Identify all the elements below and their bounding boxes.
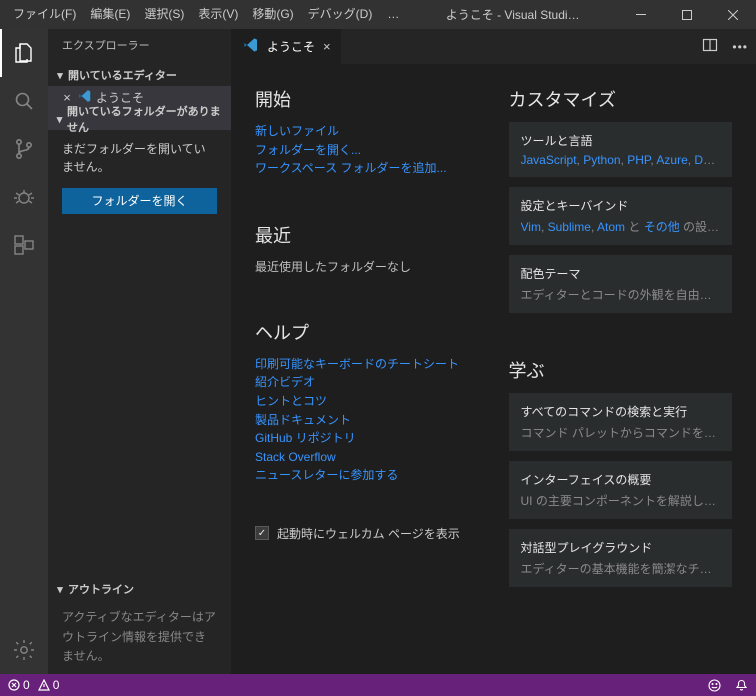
start-heading: 開始 bbox=[255, 86, 479, 112]
open-folder-button[interactable]: フォルダーを開く bbox=[62, 188, 217, 214]
open-folder-link[interactable]: フォルダーを開く... bbox=[255, 141, 479, 160]
tab-label: ようこそ bbox=[267, 38, 315, 55]
activity-extensions[interactable] bbox=[0, 221, 48, 269]
chevron-down-icon: ▾ bbox=[52, 583, 68, 596]
new-file-link[interactable]: 新しいファイル bbox=[255, 122, 479, 141]
window-close-button[interactable] bbox=[710, 0, 756, 29]
help-section: ヘルプ 印刷可能なキーボードのチートシート 紹介ビデオ ヒントとコツ 製品ドキュ… bbox=[255, 319, 479, 485]
window-minimize-button[interactable] bbox=[618, 0, 664, 29]
split-editor-icon[interactable] bbox=[702, 37, 718, 56]
search-icon bbox=[12, 89, 36, 113]
maximize-icon bbox=[682, 10, 692, 20]
welcome-page: 開始 新しいファイル フォルダーを開く... ワークスペース フォルダーを追加.… bbox=[231, 64, 756, 674]
card-interactive-playground[interactable]: 対話型プレイグラウンド エディターの基本機能を簡潔なチュートリ… bbox=[509, 529, 733, 587]
status-warnings[interactable]: 0 bbox=[38, 678, 60, 692]
status-notifications[interactable] bbox=[735, 679, 748, 692]
outline-header[interactable]: ▾ アウトライン bbox=[48, 578, 231, 600]
window-title: ようこそ - Visual Studi… bbox=[407, 6, 618, 23]
menu-debug[interactable]: デバッグ(D) bbox=[301, 0, 380, 29]
outline-empty-message: アクティブなエディターはアウトライン情報を提供できません。 bbox=[48, 600, 231, 674]
help-link-tips[interactable]: ヒントとコツ bbox=[255, 392, 479, 411]
help-link-cheatsheet[interactable]: 印刷可能なキーボードのチートシート bbox=[255, 355, 479, 374]
editor-tabs: ようこそ × ••• bbox=[231, 29, 756, 64]
activity-search[interactable] bbox=[0, 77, 48, 125]
vscode-file-icon bbox=[243, 37, 259, 56]
menu-edit[interactable]: 編集(E) bbox=[83, 0, 137, 29]
help-link-docs[interactable]: 製品ドキュメント bbox=[255, 411, 479, 430]
menu-overflow[interactable]: … bbox=[379, 0, 407, 29]
chevron-down-icon: ▾ bbox=[52, 113, 67, 126]
menu-file[interactable]: ファイル(F) bbox=[6, 0, 83, 29]
add-workspace-folder-link[interactable]: ワークスペース フォルダーを追加... bbox=[255, 159, 479, 178]
menu-select[interactable]: 選択(S) bbox=[137, 0, 191, 29]
extensions-icon bbox=[12, 233, 36, 257]
card-settings-keybindings[interactable]: 設定とキーバインド Vim, Sublime, Atom と その他 の設定… bbox=[509, 187, 733, 245]
window-maximize-button[interactable] bbox=[664, 0, 710, 29]
warning-icon bbox=[38, 679, 50, 691]
status-feedback[interactable] bbox=[708, 679, 721, 692]
card-body: Vim, Sublime, Atom と その他 の設定… bbox=[521, 218, 721, 235]
tab-close-icon[interactable]: × bbox=[323, 39, 331, 54]
editor-area: ようこそ × ••• 開始 新しいファイル フォルダーを開く... bbox=[231, 29, 756, 674]
bell-icon bbox=[735, 679, 748, 692]
recent-heading: 最近 bbox=[255, 222, 479, 248]
help-heading: ヘルプ bbox=[255, 319, 479, 345]
close-icon bbox=[728, 10, 738, 20]
activity-explorer[interactable] bbox=[0, 29, 48, 77]
activity-debug[interactable] bbox=[0, 173, 48, 221]
bug-icon bbox=[12, 185, 36, 209]
card-color-theme[interactable]: 配色テーマ エディターとコードの外観を自由に設定し… bbox=[509, 255, 733, 313]
card-tools-and-languages[interactable]: ツールと言語 JavaScript, Python, PHP, Azure, D… bbox=[509, 122, 733, 177]
customize-section: カスタマイズ ツールと言語 JavaScript, Python, PHP, A… bbox=[509, 86, 733, 313]
checkbox-icon: ✓ bbox=[255, 526, 269, 540]
no-folder-message: まだフォルダーを開いていません。 bbox=[48, 130, 231, 188]
welcome-left-column: 開始 新しいファイル フォルダーを開く... ワークスペース フォルダーを追加.… bbox=[255, 86, 479, 674]
explorer-sidebar: エクスプローラー ▾ 開いているエディター × ようこそ ▾ 開いているフォルダ… bbox=[48, 29, 231, 674]
more-actions-icon[interactable]: ••• bbox=[732, 40, 748, 54]
smiley-icon bbox=[708, 679, 721, 692]
help-link-intro-videos[interactable]: 紹介ビデオ bbox=[255, 373, 479, 392]
show-welcome-checkbox[interactable]: ✓ 起動時にウェルカム ページを表示 bbox=[255, 525, 479, 542]
card-interface-overview[interactable]: インターフェイスの概要 UI の主要コンポーネントを解説した視覚… bbox=[509, 461, 733, 519]
show-welcome-label: 起動時にウェルカム ページを表示 bbox=[277, 525, 460, 542]
minimize-icon bbox=[636, 14, 646, 15]
customize-heading: カスタマイズ bbox=[509, 86, 733, 112]
menu-bar: ファイル(F) 編集(E) 選択(S) 表示(V) 移動(G) デバッグ(D) … bbox=[0, 0, 407, 29]
recent-empty: 最近使用したフォルダーなし bbox=[255, 258, 479, 275]
menu-go[interactable]: 移動(G) bbox=[245, 0, 300, 29]
status-errors[interactable]: 0 bbox=[8, 678, 30, 692]
menu-view[interactable]: 表示(V) bbox=[191, 0, 245, 29]
tab-welcome[interactable]: ようこそ × bbox=[231, 29, 341, 64]
titlebar: ファイル(F) 編集(E) 選択(S) 表示(V) 移動(G) デバッグ(D) … bbox=[0, 0, 756, 29]
status-bar: 0 0 bbox=[0, 674, 756, 696]
no-folder-header[interactable]: ▾ 開いているフォルダーがありません bbox=[48, 108, 231, 130]
start-section: 開始 新しいファイル フォルダーを開く... ワークスペース フォルダーを追加.… bbox=[255, 86, 479, 178]
recent-section: 最近 最近使用したフォルダーなし bbox=[255, 222, 479, 275]
activity-bar bbox=[0, 29, 48, 674]
help-link-github[interactable]: GitHub リポジトリ bbox=[255, 429, 479, 448]
learn-heading: 学ぶ bbox=[509, 357, 733, 383]
gear-icon bbox=[12, 638, 36, 662]
card-command-palette[interactable]: すべてのコマンドの検索と実行 コマンド パレットからコマンドを検索してす… bbox=[509, 393, 733, 451]
branch-icon bbox=[12, 137, 36, 161]
help-link-newsletter[interactable]: ニュースレターに参加する bbox=[255, 466, 479, 485]
learn-section: 学ぶ すべてのコマンドの検索と実行 コマンド パレットからコマンドを検索してす…… bbox=[509, 357, 733, 587]
open-editors-header[interactable]: ▾ 開いているエディター bbox=[48, 64, 231, 86]
files-icon bbox=[12, 41, 36, 65]
card-body: JavaScript, Python, PHP, Azure, Doc… bbox=[521, 153, 721, 167]
activity-settings[interactable] bbox=[0, 626, 48, 674]
help-link-stackoverflow[interactable]: Stack Overflow bbox=[255, 448, 479, 467]
window-controls bbox=[618, 0, 756, 29]
activity-scm[interactable] bbox=[0, 125, 48, 173]
welcome-right-column: カスタマイズ ツールと言語 JavaScript, Python, PHP, A… bbox=[509, 86, 733, 674]
chevron-down-icon: ▾ bbox=[52, 69, 68, 82]
sidebar-title: エクスプローラー bbox=[48, 29, 231, 64]
error-icon bbox=[8, 679, 20, 691]
